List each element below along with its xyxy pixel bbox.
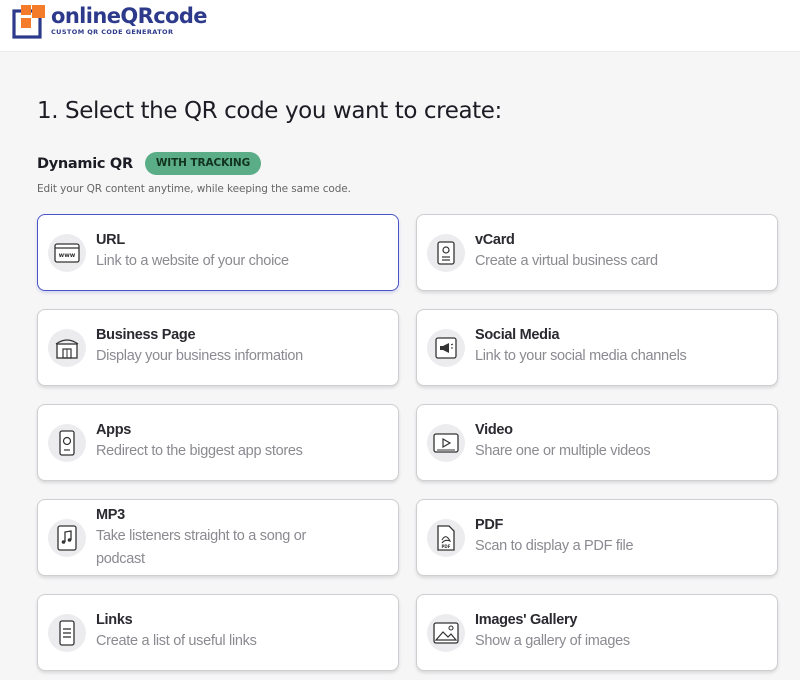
video-player-icon <box>427 424 465 462</box>
dynamic-qr-subtitle: Edit your QR content anytime, while keep… <box>37 183 351 195</box>
megaphone-icon <box>427 329 465 367</box>
dynamic-qr-header: Dynamic QR WITH TRACKING <box>37 152 261 175</box>
card-description: Create a virtual business card <box>475 250 765 273</box>
qr-type-card-business-page[interactable]: Business Page Display your business info… <box>37 309 399 386</box>
card-title: Links <box>96 610 386 630</box>
phone-app-icon <box>48 424 86 462</box>
top-bar: onlineQRcode CUSTOM QR CODE GENERATOR <box>0 0 800 52</box>
card-description: Share one or multiple videos <box>475 440 765 463</box>
logo-mark-icon <box>12 5 46 39</box>
card-title: Business Page <box>96 325 386 345</box>
card-description: Redirect to the biggest app stores <box>96 440 386 463</box>
www-browser-icon: www <box>48 234 86 272</box>
card-title: Video <box>475 420 765 440</box>
qr-type-card-links[interactable]: Links Create a list of useful links <box>37 594 399 671</box>
card-description: Display your business information <box>96 345 386 368</box>
logo[interactable]: onlineQRcode CUSTOM QR CODE GENERATOR <box>12 4 207 39</box>
qr-type-card-social-media[interactable]: Social Media Link to your social media c… <box>416 309 778 386</box>
card-title: Images' Gallery <box>475 610 765 630</box>
card-title: URL <box>96 230 386 250</box>
pdf-file-icon: PDF <box>427 519 465 557</box>
qr-type-card-url[interactable]: www URL Link to a website of your choice <box>37 214 399 291</box>
contact-card-icon <box>427 234 465 272</box>
card-title: PDF <box>475 515 765 535</box>
qr-type-card-images-gallery[interactable]: Images' Gallery Show a gallery of images <box>416 594 778 671</box>
card-description: Scan to display a PDF file <box>475 535 765 558</box>
card-description: Create a list of useful links <box>96 630 386 653</box>
qr-type-card-apps[interactable]: Apps Redirect to the biggest app stores <box>37 404 399 481</box>
card-title: Apps <box>96 420 386 440</box>
music-note-icon <box>48 519 86 557</box>
qr-type-card-vcard[interactable]: vCard Create a virtual business card <box>416 214 778 291</box>
storefront-icon <box>48 329 86 367</box>
qr-type-card-pdf[interactable]: PDF PDF Scan to display a PDF file <box>416 499 778 576</box>
image-gallery-icon <box>427 614 465 652</box>
card-title: vCard <box>475 230 765 250</box>
page-title: 1. Select the QR code you want to create… <box>37 98 502 124</box>
svg-text:www: www <box>59 252 76 259</box>
dynamic-qr-label: Dynamic QR <box>37 156 133 172</box>
card-description: Show a gallery of images <box>475 630 765 653</box>
card-title: MP3 <box>96 505 386 525</box>
card-title: Social Media <box>475 325 765 345</box>
tracking-badge: WITH TRACKING <box>145 152 261 175</box>
brand-tagline: CUSTOM QR CODE GENERATOR <box>51 28 207 36</box>
qr-type-card-video[interactable]: Video Share one or multiple videos <box>416 404 778 481</box>
card-description: Link to a website of your choice <box>96 250 386 273</box>
card-description: Take listeners straight to a song or pod… <box>96 525 346 571</box>
link-list-icon <box>48 614 86 652</box>
card-description: Link to your social media channels <box>475 345 765 368</box>
svg-text:PDF: PDF <box>442 544 451 549</box>
brand-name: onlineQRcode <box>51 4 207 28</box>
qr-type-card-mp3[interactable]: MP3 Take listeners straight to a song or… <box>37 499 399 576</box>
